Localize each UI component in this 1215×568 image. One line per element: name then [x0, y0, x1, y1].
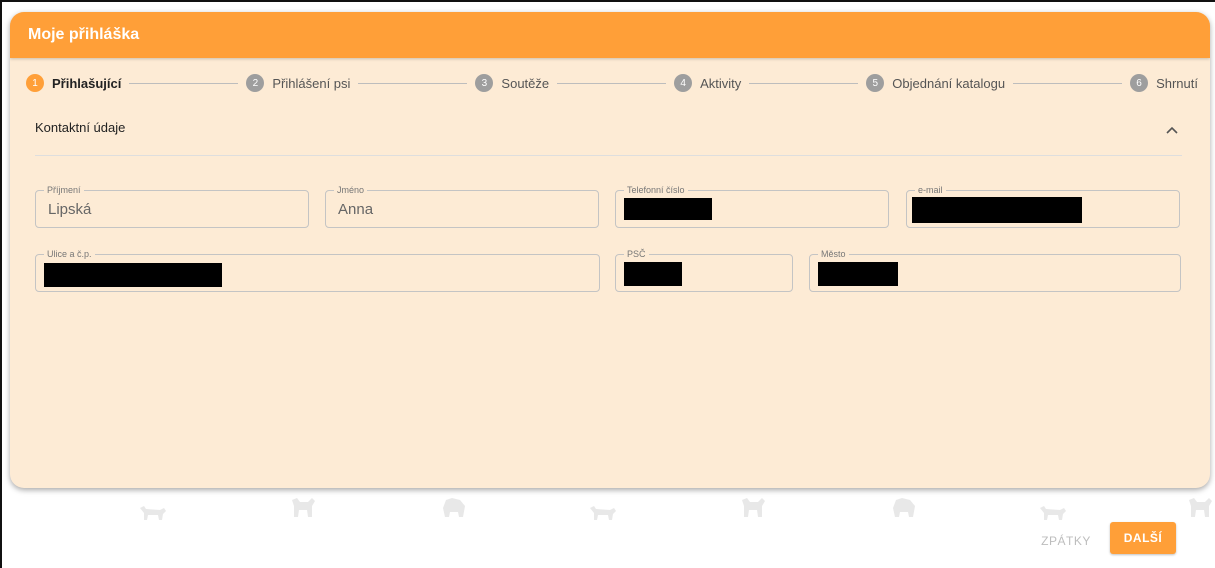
step-label: Shrnutí: [1156, 75, 1198, 91]
step-summary[interactable]: 6 Shrnutí: [1130, 74, 1198, 92]
surname-field[interactable]: Příjmení Lipská: [35, 184, 309, 228]
step-applicant[interactable]: 1 Přihlašující: [26, 74, 121, 92]
street-field[interactable]: Ulice a č.p.: [35, 248, 600, 292]
contact-section-header[interactable]: Kontaktní údaje: [35, 110, 1182, 156]
first-name-value: Anna: [338, 201, 374, 218]
first-name-field[interactable]: Jméno Anna: [325, 184, 599, 228]
step-label: Přihlašující: [52, 75, 122, 91]
dog-silhouette-icon: [288, 496, 318, 520]
email-field[interactable]: e-mail: [906, 184, 1180, 228]
step-connector: [1013, 82, 1123, 84]
redacted-value: [44, 263, 222, 287]
redacted-value: [624, 262, 682, 286]
step-label: Aktivity: [700, 75, 742, 91]
redacted-value: [818, 262, 898, 286]
redacted-value: [624, 198, 712, 220]
step-connector: [749, 82, 859, 84]
dog-silhouette-icon: [888, 496, 918, 520]
dog-silhouette-icon: [438, 496, 468, 520]
step-connector: [557, 82, 667, 84]
step-label: Přihlášení psi: [272, 75, 351, 91]
step-activities[interactable]: 4 Aktivity: [674, 74, 741, 92]
phone-field[interactable]: Telefonní číslo: [615, 184, 889, 228]
step-connector: [358, 82, 468, 84]
card-header: Moje přihláška: [10, 12, 1210, 58]
stepper: 1 Přihlašující 2 Přihlášení psi 3 Soutěž…: [10, 58, 1210, 108]
surname-value: Lipská: [48, 201, 92, 218]
step-dogs[interactable]: 2 Přihlášení psi: [246, 74, 350, 92]
application-card: Moje přihláška 1 Přihlašující 2 Přihláše…: [10, 12, 1210, 488]
zip-field[interactable]: PSČ: [615, 248, 793, 292]
chevron-up-icon[interactable]: [1164, 122, 1180, 138]
section-title: Kontaktní údaje: [35, 120, 126, 135]
zip-label: PSČ: [624, 248, 649, 260]
step-number: 2: [246, 74, 265, 92]
city-label: Město: [818, 248, 849, 260]
dog-silhouette-icon: [138, 500, 168, 524]
dog-silhouette-icon: [588, 500, 618, 524]
step-competitions[interactable]: 3 Soutěže: [475, 74, 549, 92]
back-button[interactable]: ZPÁTKY: [1033, 527, 1099, 555]
surname-label: Příjmení: [44, 184, 84, 196]
page-title: Moje přihláška: [28, 26, 140, 43]
dog-silhouette-icon: [738, 496, 768, 520]
next-button[interactable]: DALŠÍ: [1110, 522, 1176, 554]
step-number: 3: [475, 74, 494, 92]
dog-silhouette-icon: [1185, 496, 1215, 520]
step-number: 1: [26, 74, 44, 92]
redacted-value: [912, 197, 1082, 223]
first-name-label: Jméno: [334, 184, 368, 196]
step-number: 4: [674, 74, 693, 92]
step-connector: [129, 82, 239, 84]
step-catalog[interactable]: 5 Objednání katalogu: [866, 74, 1005, 92]
dog-silhouette-icon: [1038, 500, 1068, 524]
email-label: e-mail: [915, 184, 946, 196]
phone-label: Telefonní číslo: [624, 184, 688, 196]
city-field[interactable]: Město: [809, 248, 1181, 292]
step-number: 5: [866, 74, 885, 92]
step-number: 6: [1130, 74, 1149, 92]
step-label: Objednání katalogu: [892, 75, 1006, 91]
street-label: Ulice a č.p.: [44, 248, 95, 260]
step-label: Soutěže: [501, 75, 550, 91]
